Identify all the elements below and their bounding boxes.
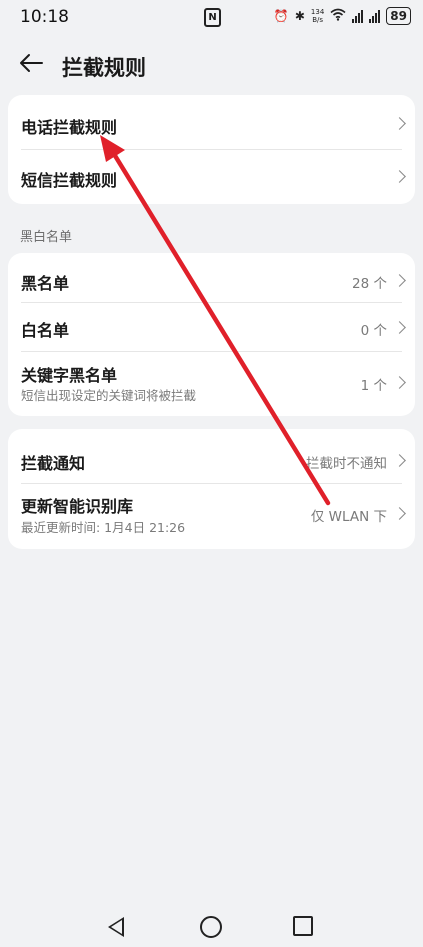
battery-icon: 89 (386, 7, 411, 25)
section-title-blacklist: 黑白名单 (20, 230, 73, 245)
chevron-right-icon (393, 321, 406, 334)
page-title: 拦截规则 (62, 56, 146, 80)
update-recognition-db-item[interactable]: 更新智能识别库 最近更新时间: 1月4日 21:26 仅 WLAN 下 (8, 484, 415, 549)
net-speed-value: 134 (310, 8, 325, 16)
nav-back-icon[interactable] (108, 917, 124, 937)
signal-icon (369, 9, 381, 23)
list-item-subtitle: 短信出现设定的关键词将被拦截 (21, 388, 197, 403)
list-item-label: 关键字黑名单 (21, 366, 118, 385)
nav-home-icon[interactable] (200, 916, 222, 938)
status-icons: ⏰ ✱ 134 B/s 89 (274, 7, 411, 25)
chevron-right-icon (393, 170, 406, 183)
nfc-icon: N (204, 8, 221, 27)
net-speed: 134 B/s (311, 8, 324, 24)
keyword-blacklist-item[interactable]: 关键字黑名单 短信出现设定的关键词将被拦截 1 个 (8, 352, 415, 416)
chevron-right-icon (393, 454, 406, 467)
list-item-label: 白名单 (21, 321, 70, 340)
chevron-right-icon (393, 507, 406, 520)
page-header: 拦截规则 (0, 44, 423, 90)
blacklist-item[interactable]: 黑名单 28 个 (8, 253, 415, 302)
list-item-label: 短信拦截规则 (21, 171, 118, 190)
sms-block-rules-item[interactable]: 短信拦截规则 (8, 150, 415, 204)
wifi-icon (330, 8, 346, 24)
call-block-rules-item[interactable]: 电话拦截规则 (8, 95, 415, 149)
status-bar: 10:18 N ⏰ ✱ 134 B/s 89 (0, 0, 423, 34)
list-item-label: 更新智能识别库 (21, 497, 134, 516)
chevron-right-icon (393, 117, 406, 130)
rules-card: 电话拦截规则 短信拦截规则 (8, 95, 415, 204)
list-item-value: 28 个 (352, 276, 387, 292)
list-item-value: 1 个 (360, 378, 387, 394)
settings-card: 拦截通知 拦截时不通知 更新智能识别库 最近更新时间: 1月4日 21:26 仅… (8, 429, 415, 549)
status-time: 10:18 (20, 7, 69, 27)
blacklist-card: 黑名单 28 个 白名单 0 个 关键字黑名单 短信出现设定的关键词将被拦截 1… (8, 253, 415, 416)
list-item-label: 拦截通知 (21, 454, 86, 473)
list-item-value: 0 个 (360, 323, 387, 339)
whitelist-item[interactable]: 白名单 0 个 (8, 303, 415, 351)
bluetooth-icon: ✱ (294, 9, 305, 23)
chevron-right-icon (393, 274, 406, 287)
list-item-subtitle: 最近更新时间: 1月4日 21:26 (21, 520, 186, 535)
system-nav-bar (0, 905, 423, 947)
list-item-label: 电话拦截规则 (21, 118, 118, 137)
back-arrow-icon[interactable] (18, 50, 46, 78)
net-speed-unit: B/s (312, 16, 324, 24)
list-item-value: 拦截时不通知 (306, 456, 387, 472)
list-item-value: 仅 WLAN 下 (310, 509, 387, 525)
block-notification-item[interactable]: 拦截通知 拦截时不通知 (8, 429, 415, 483)
alarm-icon: ⏰ (273, 9, 289, 23)
chevron-right-icon (393, 376, 406, 389)
signal-icon (352, 9, 364, 23)
nav-recents-icon[interactable] (293, 916, 313, 936)
list-item-label: 黑名单 (21, 274, 70, 293)
